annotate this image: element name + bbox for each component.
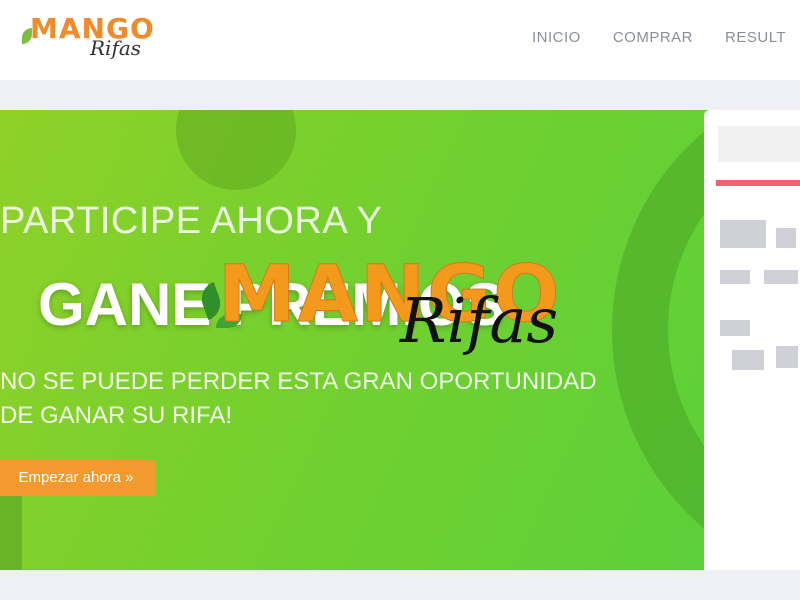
phone-mockup (704, 110, 800, 570)
hero-kicker: PARTICIPE AHORA Y (0, 200, 383, 242)
main-nav: INICIO COMPRAR RESULT (532, 29, 800, 46)
mockup-thumbnail (764, 270, 798, 284)
decorative-circle (176, 110, 296, 190)
mockup-thumbnail (720, 220, 766, 248)
nav-item-inicio[interactable]: INICIO (532, 29, 581, 46)
overlay-logo-subtitle: Rifas (400, 284, 559, 357)
nav-item-resultados[interactable]: RESULT (725, 29, 786, 46)
brand-logo[interactable]: MANGO Rifas (22, 8, 162, 70)
hero-subtitle-line2: DE GANAR SU RIFA! (0, 402, 233, 429)
mockup-thumbnail (720, 320, 750, 336)
mockup-header (718, 126, 800, 162)
start-now-button[interactable]: Empezar ahora » (0, 460, 156, 496)
mockup-thumbnail (720, 270, 750, 284)
top-navbar: MANGO Rifas INICIO COMPRAR RESULT (0, 0, 800, 80)
decorative-shape (0, 495, 22, 570)
overlay-logo: MANGO Rifas (196, 250, 610, 400)
logo-subtitle: Rifas (90, 36, 142, 60)
nav-container: INICIO COMPRAR RESULT (532, 29, 800, 53)
mockup-divider (716, 180, 800, 186)
mockup-thumbnail (732, 350, 764, 370)
mockup-thumbnail (776, 346, 798, 368)
mockup-thumbnail (776, 228, 796, 248)
nav-item-comprar[interactable]: COMPRAR (613, 29, 693, 46)
